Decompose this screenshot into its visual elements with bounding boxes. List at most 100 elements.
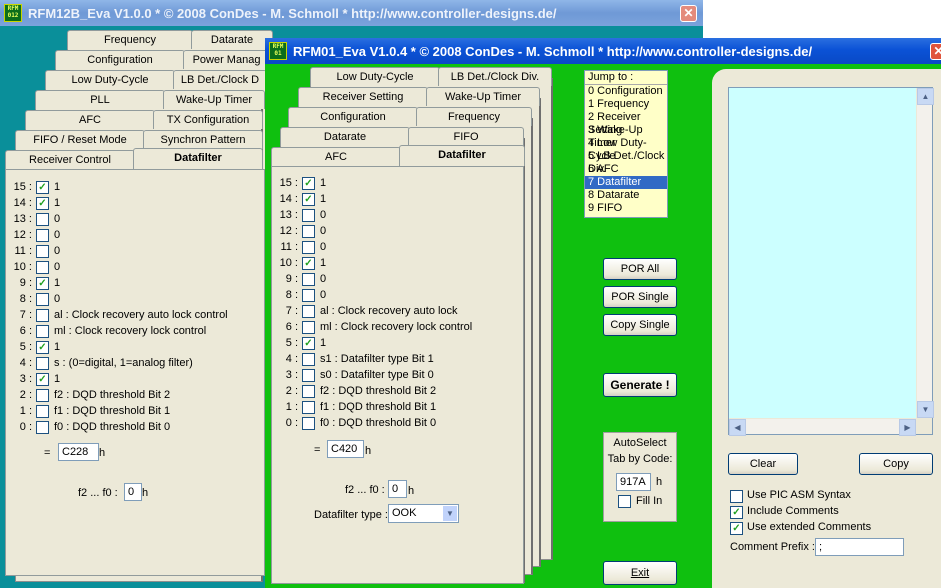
datafilter-type-select[interactable]: OOK ▼ [388, 504, 459, 523]
tab-datarate[interactable]: Datarate [191, 30, 273, 49]
tab-low-duty-cycle[interactable]: Low Duty-Cycle [45, 70, 175, 89]
bit-checkbox[interactable]: ✓ [302, 193, 315, 206]
bit-checkbox[interactable] [302, 417, 315, 430]
bit-checkbox[interactable]: ✓ [36, 181, 49, 194]
tab-frequency[interactable]: Frequency [67, 30, 193, 49]
jump-item[interactable]: 6 AFC [585, 163, 667, 176]
output-textarea[interactable]: ▲ ▼ ◀ ▶ [728, 87, 934, 436]
jump-item[interactable]: 5 LB Det./Clock Div. [585, 150, 667, 175]
tab-fifo-reset-mode[interactable]: FIFO / Reset Mode [15, 130, 145, 149]
bit-checkbox[interactable] [302, 305, 315, 318]
clear-button[interactable]: Clear [728, 453, 798, 475]
bit-checkbox[interactable] [36, 309, 49, 322]
fill-in-checkbox[interactable] [618, 495, 631, 508]
hex-value-field[interactable]: C420 [327, 440, 364, 458]
tab-fifo[interactable]: FIFO [408, 127, 524, 146]
jump-item[interactable]: 3 Wake-Up Timer [585, 124, 667, 149]
bit-checkbox[interactable]: ✓ [36, 341, 49, 354]
scroll-right-icon[interactable]: ▶ [899, 419, 916, 436]
bit-checkbox[interactable] [302, 241, 315, 254]
tab-synchron-pattern[interactable]: Synchron Pattern [143, 130, 263, 149]
f-value-field[interactable]: 0 [124, 483, 142, 501]
bit-checkbox[interactable]: ✓ [302, 337, 315, 350]
tab-wake-up-timer[interactable]: Wake-Up Timer [426, 87, 540, 106]
bit-checkbox[interactable] [36, 389, 49, 402]
bit-checkbox[interactable] [36, 261, 49, 274]
bit-checkbox[interactable] [36, 421, 49, 434]
bit-number: 8 : [19, 293, 32, 305]
tab-lb-det-clock-div[interactable]: LB Det./Clock Div. [438, 67, 552, 86]
tab-lb-det-clock[interactable]: LB Det./Clock D [173, 70, 267, 89]
tab-wake-up-timer[interactable]: Wake-Up Timer [163, 90, 265, 109]
tab-pll[interactable]: PLL [35, 90, 165, 109]
bit-checkbox[interactable]: ✓ [36, 277, 49, 290]
jump-item[interactable]: 8 Datarate [585, 189, 667, 202]
bit-checkbox[interactable] [36, 293, 49, 306]
bit-checkbox[interactable] [36, 213, 49, 226]
bit-checkbox[interactable] [36, 229, 49, 242]
jump-to-listbox[interactable]: Jump to : 0 Configuration 1 Frequency 2 Re… [584, 70, 668, 218]
bit-checkbox[interactable] [36, 245, 49, 258]
rfm01-close-button[interactable]: ✕ [930, 43, 941, 60]
bit-checkbox[interactable] [36, 325, 49, 338]
exit-button[interactable]: Exit [603, 561, 677, 585]
horizontal-scrollbar[interactable]: ◀ ▶ [729, 419, 916, 436]
scroll-down-icon[interactable]: ▼ [917, 401, 934, 418]
bit-checkbox[interactable]: ✓ [36, 373, 49, 386]
jump-item[interactable]: 7 Datafilter [585, 176, 667, 189]
tab-tx-configuration[interactable]: TX Configuration [153, 110, 263, 129]
tab-configuration[interactable]: Configuration [55, 50, 185, 69]
bit-checkbox[interactable]: ✓ [302, 177, 315, 190]
tab-receiver-control[interactable]: Receiver Control [5, 150, 135, 169]
rfm12b-close-button[interactable]: ✕ [680, 5, 697, 22]
generate-button[interactable]: Generate ! [603, 373, 677, 397]
bit-number: 13 : [279, 209, 298, 221]
tab-datarate[interactable]: Datarate [280, 127, 410, 146]
bit-checkbox[interactable] [302, 401, 315, 414]
comment-prefix-field[interactable]: ; [815, 538, 904, 556]
bit-checkbox[interactable] [302, 225, 315, 238]
por-single-button[interactable]: POR Single [603, 286, 677, 308]
tab-low-duty-cycle[interactable]: Low Duty-Cycle [310, 67, 440, 86]
bit-checkbox[interactable] [302, 321, 315, 334]
vertical-scrollbar[interactable]: ▲ ▼ [917, 88, 934, 418]
bit-checkbox[interactable] [302, 209, 315, 222]
jump-item[interactable]: 1 Frequency [585, 98, 667, 111]
checkbox-mark[interactable]: ✓ [730, 506, 743, 519]
bit-checkbox[interactable] [302, 385, 315, 398]
bit-checkbox[interactable] [302, 369, 315, 382]
jump-item[interactable]: 9 FIFO [585, 202, 667, 215]
jump-item[interactable]: 0 Configuration [585, 85, 667, 98]
checkbox-mark[interactable] [730, 490, 743, 503]
bit-checkbox[interactable] [302, 273, 315, 286]
copy-single-button[interactable]: Copy Single [603, 314, 677, 336]
tab-datafilter[interactable]: Datafilter [133, 148, 263, 169]
bit-checkbox[interactable] [302, 353, 315, 366]
bit-checkbox[interactable] [36, 357, 49, 370]
rfm01-titlebar[interactable]: RFM 01 RFM01_Eva V1.0.4 * © 2008 ConDes -… [265, 38, 941, 64]
scroll-left-icon[interactable]: ◀ [729, 419, 746, 436]
tab-afc[interactable]: AFC [25, 110, 155, 129]
bit-number: 1 : [19, 405, 32, 417]
jump-item[interactable]: 4 Low Duty-Cycle [585, 137, 667, 162]
tab-frequency[interactable]: Frequency [416, 107, 532, 126]
hex-value-field[interactable]: C228 [58, 443, 99, 461]
checkbox-mark[interactable]: ✓ [730, 522, 743, 535]
tab-power-management[interactable]: Power Manag [183, 50, 270, 69]
copy-button[interactable]: Copy [859, 453, 933, 475]
bit-checkbox[interactable] [36, 405, 49, 418]
bit-checkbox[interactable]: ✓ [302, 257, 315, 270]
chevron-down-icon[interactable]: ▼ [443, 506, 457, 521]
por-all-button[interactable]: POR All [603, 258, 677, 280]
scroll-up-icon[interactable]: ▲ [917, 88, 934, 105]
tab-receiver-setting[interactable]: Receiver Setting [298, 87, 428, 106]
tab-datafilter[interactable]: Datafilter [399, 145, 525, 166]
jump-item[interactable]: 2 Receiver Setting [585, 111, 667, 136]
tab-afc[interactable]: AFC [271, 147, 401, 166]
rfm12b-titlebar[interactable]: RFM 012 RFM12B_Eva V1.0.0 * © 2008 ConDes… [0, 0, 703, 26]
f-value-field[interactable]: 0 [388, 480, 407, 498]
bit-checkbox[interactable] [302, 289, 315, 302]
tab-configuration[interactable]: Configuration [288, 107, 418, 126]
bit-checkbox[interactable]: ✓ [36, 197, 49, 210]
autoselect-code-field[interactable]: 917A [616, 473, 651, 491]
